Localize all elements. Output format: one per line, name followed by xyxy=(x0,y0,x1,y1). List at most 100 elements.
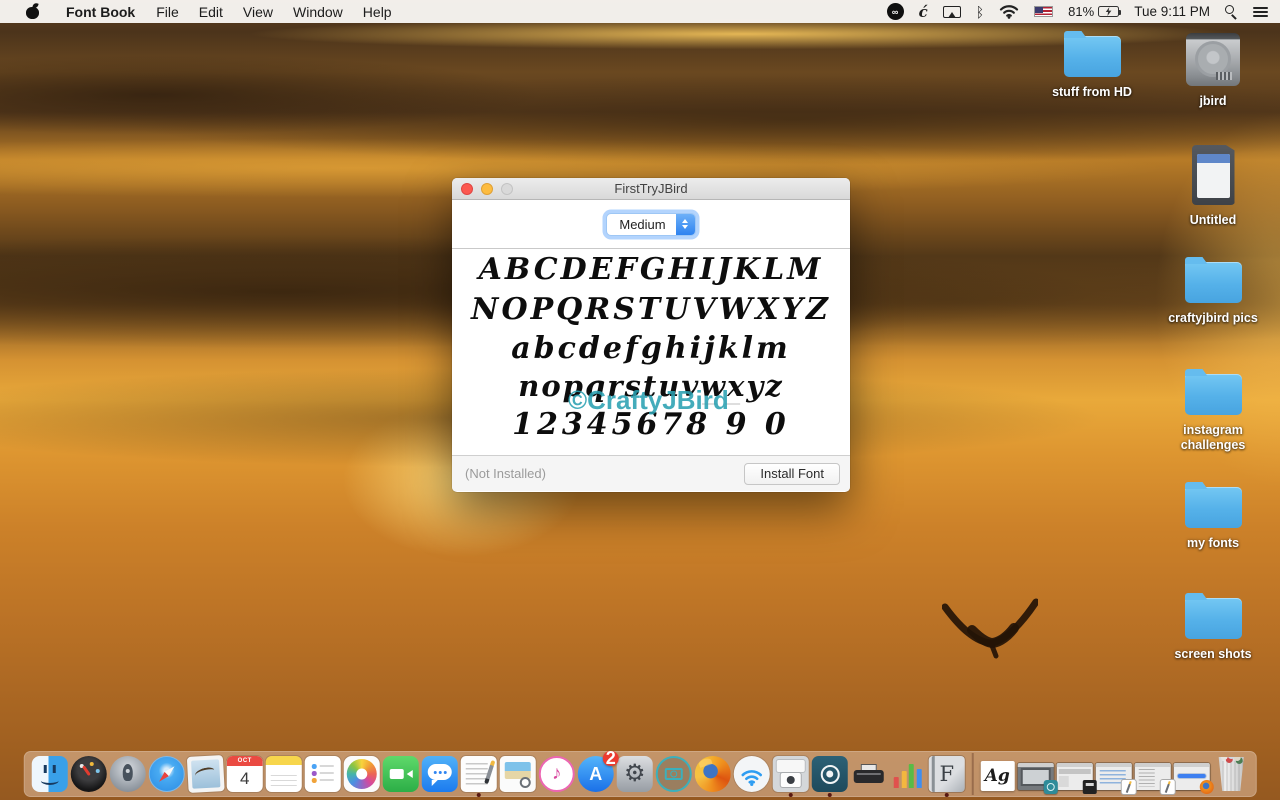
dock-finder-icon[interactable] xyxy=(32,756,68,792)
install-font-button[interactable]: Install Font xyxy=(744,463,840,485)
font-preview-window: FirstTryJBird Medium ABCDEFGHIJKLM NOPQR… xyxy=(452,178,850,492)
dock-minimized-window-1[interactable] xyxy=(1017,763,1053,790)
dock-printer-icon[interactable] xyxy=(851,756,887,792)
folder-icon xyxy=(1185,598,1242,639)
app-store-badge: 2 xyxy=(603,751,619,766)
dock-firefox-icon[interactable] xyxy=(695,756,731,792)
watermark-text: ©CraftyJBird xyxy=(568,385,729,416)
window-statusbar: (Not Installed) Install Font xyxy=(452,455,850,491)
desktop-icon-my-fonts[interactable]: my fonts xyxy=(1153,487,1273,551)
dock-textedit-icon[interactable] xyxy=(461,756,497,792)
apple-menu[interactable] xyxy=(12,0,55,23)
dock-image-capture-icon[interactable] xyxy=(773,756,809,792)
close-button[interactable] xyxy=(461,183,473,195)
menu-view[interactable]: View xyxy=(233,0,283,23)
bluetooth-icon[interactable]: ᛒ xyxy=(976,5,984,19)
folder-icon xyxy=(1185,262,1242,303)
dock-app-store-icon[interactable]: A 2 xyxy=(578,756,614,792)
dock-shutter-app-icon[interactable] xyxy=(812,756,848,792)
menu-edit[interactable]: Edit xyxy=(189,0,233,23)
minimize-button[interactable] xyxy=(481,183,493,195)
sd-card-icon xyxy=(1192,145,1235,205)
menu-file[interactable]: File xyxy=(146,0,189,23)
dock-itunes-icon[interactable]: ♪ xyxy=(539,756,575,792)
traffic-lights xyxy=(461,183,513,195)
menu-help[interactable]: Help xyxy=(353,0,402,23)
dock-font-book-icon[interactable]: F xyxy=(929,756,965,792)
preview-line-lowercase-1: abcdefghijklm xyxy=(452,329,850,368)
zoom-button[interactable] xyxy=(501,183,513,195)
window-titlebar[interactable]: FirstTryJBird xyxy=(452,178,850,200)
size-popup-value: Medium xyxy=(607,214,675,235)
desktop-icon-jbird[interactable]: jbird xyxy=(1153,33,1273,109)
calendar-month: OCT xyxy=(227,756,263,766)
keyboard-flag-icon[interactable] xyxy=(1034,6,1053,17)
dock: OCT 4 ♪ A 2 ⚙ F xyxy=(24,751,1257,797)
menu-bar-left: Font Book File Edit View Window Help xyxy=(0,0,402,23)
dock-system-preferences-icon[interactable]: ⚙ xyxy=(617,756,653,792)
dock-notes-icon[interactable] xyxy=(266,756,302,792)
battery-percent: 81% xyxy=(1068,4,1094,19)
desktop-icon-stuff-from-hd[interactable]: stuff from HD xyxy=(1032,36,1152,100)
window-toolbar: Medium xyxy=(452,200,850,249)
desktop-icon-label: craftyjbird pics xyxy=(1168,311,1258,326)
printer-badge-icon xyxy=(1082,780,1096,794)
chevron-up-icon xyxy=(682,219,688,223)
dock-minimized-window-2[interactable] xyxy=(1056,763,1092,790)
popup-stepper-icon xyxy=(676,214,695,235)
dock-launchpad-icon[interactable] xyxy=(110,756,146,792)
app-glyph-icon[interactable]: ć xyxy=(919,3,928,21)
chevron-down-icon xyxy=(682,225,688,229)
dock-font-document-ag[interactable]: Ag xyxy=(980,761,1014,791)
calendar-day: 4 xyxy=(240,766,249,792)
desktop-icon-untitled[interactable]: Untitled xyxy=(1153,145,1273,228)
dock-airport-utility-icon[interactable] xyxy=(734,756,770,792)
dock-minimized-window-4[interactable] xyxy=(1134,763,1170,790)
dock-messages-icon[interactable] xyxy=(422,756,458,792)
preview-line-uppercase-1: ABCDEFGHIJKLM xyxy=(452,250,850,289)
airplay-display-icon[interactable] xyxy=(943,6,961,18)
folder-icon xyxy=(1064,36,1121,77)
size-popup-button[interactable]: Medium xyxy=(606,213,695,236)
dock-minimized-window-3[interactable] xyxy=(1095,763,1131,790)
textedit-badge-icon xyxy=(1121,780,1135,794)
menu-bar: Font Book File Edit View Window Help ∞ ć… xyxy=(0,0,1280,23)
menu-bar-status: ∞ ć ᛒ 81% Tue 9:11 PM xyxy=(887,0,1280,23)
dock-reminders-icon[interactable] xyxy=(305,756,341,792)
dock-preview-icon[interactable] xyxy=(500,756,536,792)
desktop-icon-craftyjbird-pics[interactable]: craftyjbird pics xyxy=(1153,262,1273,326)
dock-calendar-icon[interactable]: OCT 4 xyxy=(227,756,263,792)
dock-dashboard-icon[interactable] xyxy=(71,756,107,792)
creative-cloud-icon[interactable]: ∞ xyxy=(887,3,904,20)
dock-minimized-window-5[interactable] xyxy=(1173,763,1209,790)
bird-silhouette xyxy=(942,598,1038,660)
dock-photos-icon[interactable] xyxy=(344,756,380,792)
dock-mail-icon[interactable] xyxy=(187,755,225,793)
wifi-arcs-icon xyxy=(740,768,764,786)
dock-facetime-icon[interactable] xyxy=(383,756,419,792)
wifi-icon[interactable] xyxy=(999,4,1019,19)
textedit-badge-icon xyxy=(1160,780,1174,794)
spotlight-icon[interactable] xyxy=(1225,5,1238,18)
desktop-icon-label: Untitled xyxy=(1190,213,1237,228)
folder-icon xyxy=(1185,374,1242,415)
desktop-icon-instagram-challenges[interactable]: instagram challenges xyxy=(1153,374,1273,453)
preview-line-uppercase-2: NOPQRSTUVWXYZ xyxy=(452,290,850,329)
desktop-icon-label: stuff from HD xyxy=(1052,85,1132,100)
dock-safari-icon[interactable] xyxy=(149,756,185,792)
dock-chart-app-icon[interactable] xyxy=(890,756,926,792)
desktop-icon-screen-shots[interactable]: screen shots xyxy=(1153,598,1273,662)
teal-app-badge-icon xyxy=(1043,780,1057,794)
battery-indicator[interactable]: 81% xyxy=(1068,4,1119,19)
notification-center-icon[interactable] xyxy=(1253,6,1268,18)
window-title: FirstTryJBird xyxy=(614,181,687,196)
dock-teal-camera-app-icon[interactable] xyxy=(656,756,692,792)
app-menu[interactable]: Font Book xyxy=(55,0,146,23)
desktop-icon-label: my fonts xyxy=(1187,536,1239,551)
folder-icon xyxy=(1185,487,1242,528)
firefox-badge-icon xyxy=(1199,780,1213,794)
font-book-letter: F xyxy=(939,762,954,786)
menu-window[interactable]: Window xyxy=(283,0,353,23)
dock-trash-icon[interactable] xyxy=(1216,757,1246,791)
menu-clock[interactable]: Tue 9:11 PM xyxy=(1134,4,1210,19)
